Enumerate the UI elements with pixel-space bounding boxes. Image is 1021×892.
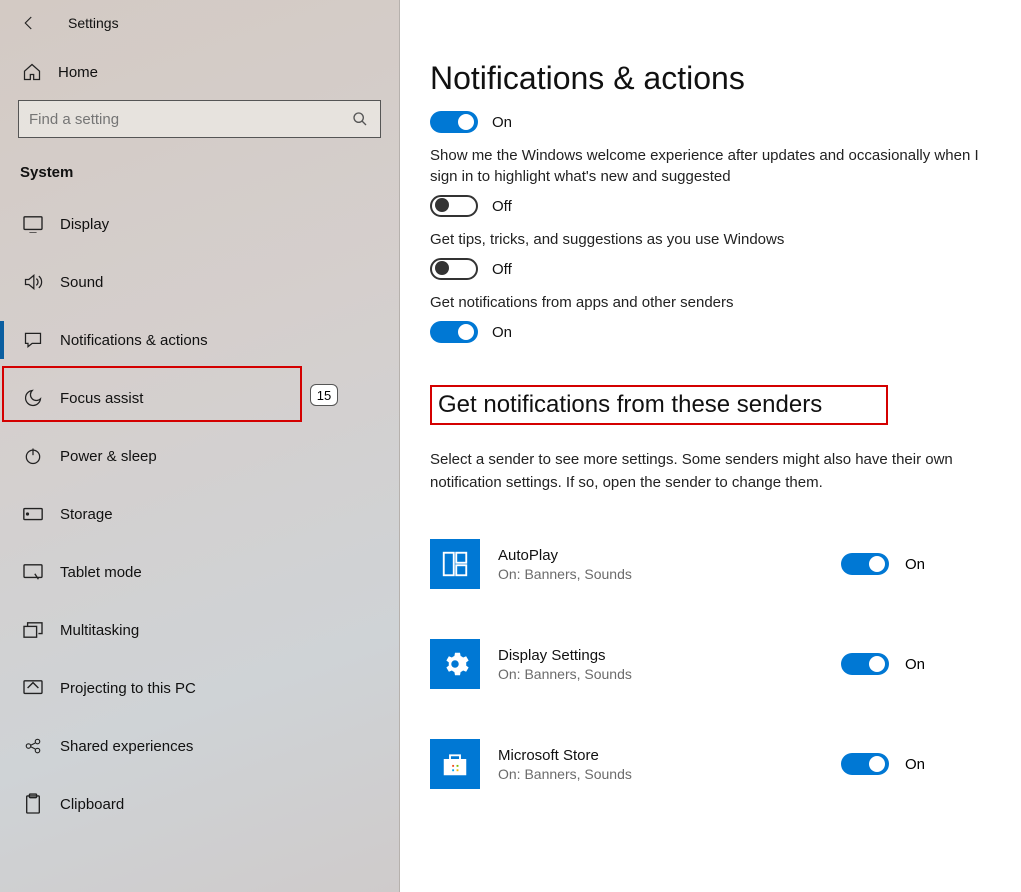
storage-icon [22,506,44,522]
shared-icon [22,737,44,755]
toggle-welcome[interactable] [430,195,478,217]
moon-icon [23,388,43,408]
sender-toggle-autoplay[interactable] [841,553,889,575]
sidebar-item-label: Focus assist [60,390,143,407]
toggle-state-label: Off [492,198,512,215]
gear-icon [430,639,480,689]
toggle-state-label: On [905,556,925,573]
toggle-state-label: On [492,114,512,131]
back-button[interactable] [18,12,40,34]
sidebar-item-focus[interactable]: Focus assist [0,369,399,427]
toggle-apps[interactable] [430,321,478,343]
sidebar-item-multitasking[interactable]: Multitasking [0,601,399,659]
display-icon [22,215,44,233]
toggle-desc: Get notifications from apps and other se… [430,292,981,313]
toggle-desc: Get tips, tricks, and suggestions as you… [430,229,981,250]
sidebar-item-label: Projecting to this PC [60,680,196,697]
sidebar-item-label: Storage [60,506,113,523]
title-bar: Settings [0,8,399,44]
arrow-left-icon [20,14,38,32]
page-title: Notifications & actions [430,60,981,97]
sender-row-autoplay[interactable]: AutoPlay On: Banners, Sounds On [430,522,981,606]
sidebar-item-label: Clipboard [60,796,124,813]
toggle-state-label: Off [492,261,512,278]
senders-heading: Get notifications from these senders [438,391,880,419]
sender-name: Microsoft Store [498,747,841,764]
sender-sub: On: Banners, Sounds [498,666,841,682]
home-icon [22,62,42,82]
home-label: Home [58,64,98,81]
senders-desc: Select a sender to see more settings. So… [430,449,981,494]
sidebar-item-label: Display [60,216,109,233]
search-input[interactable] [29,111,350,128]
sidebar-item-sound[interactable]: Sound [0,253,399,311]
sender-toggle-store[interactable] [841,753,889,775]
toggle-master[interactable] [430,111,478,133]
toggle-state-label: On [492,324,512,341]
autoplay-icon [430,539,480,589]
sender-name: AutoPlay [498,547,841,564]
sender-sub: On: Banners, Sounds [498,566,841,582]
sidebar-item-label: Power & sleep [60,448,157,465]
multitasking-icon [22,621,44,639]
search-icon [352,111,368,127]
sidebar-item-label: Tablet mode [60,564,142,581]
sidebar-item-display[interactable]: Display [0,195,399,253]
sound-icon [22,272,44,292]
clipboard-icon [24,793,42,815]
sender-name: Display Settings [498,647,841,664]
power-icon [23,446,43,466]
sidebar-item-label: Shared experiences [60,738,193,755]
tablet-icon [22,563,44,581]
sender-toggle-display[interactable] [841,653,889,675]
sidebar-item-tablet[interactable]: Tablet mode [0,543,399,601]
sender-row-store[interactable]: Microsoft Store On: Banners, Sounds On [430,722,981,806]
sidebar-item-power[interactable]: Power & sleep [0,427,399,485]
toggle-state-label: On [905,756,925,773]
sidebar-item-shared[interactable]: Shared experiences [0,717,399,775]
toggle-tips[interactable] [430,258,478,280]
sidebar-item-storage[interactable]: Storage [0,485,399,543]
sidebar: Settings Home System Display Sound Notif… [0,0,400,892]
sidebar-item-label: Multitasking [60,622,139,639]
chat-icon [22,330,44,350]
sender-row-display[interactable]: Display Settings On: Banners, Sounds On [430,622,981,706]
main-content: Notifications & actions On Show me the W… [400,0,1021,892]
window-title: Settings [68,15,119,31]
sidebar-item-label: Notifications & actions [60,332,208,349]
sidebar-section-label: System [20,164,399,181]
projecting-icon [22,679,44,697]
sidebar-item-label: Sound [60,274,103,291]
sidebar-item-clipboard[interactable]: Clipboard [0,775,399,833]
sidebar-item-notifications[interactable]: Notifications & actions [0,311,399,369]
toggle-desc: Show me the Windows welcome experience a… [430,145,981,187]
home-nav-item[interactable]: Home [0,44,399,100]
sender-sub: On: Banners, Sounds [498,766,841,782]
store-icon [430,739,480,789]
toggle-state-label: On [905,656,925,673]
sidebar-item-projecting[interactable]: Projecting to this PC [0,659,399,717]
search-box[interactable] [18,100,381,138]
annotation-highlight-heading: Get notifications from these senders [430,385,888,425]
